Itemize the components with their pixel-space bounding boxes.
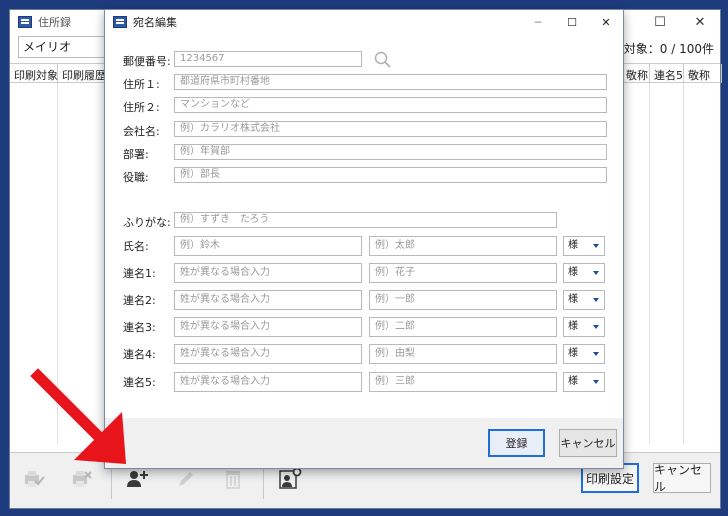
joint-3-last-name-input[interactable]: 姓が異なる場合入力 xyxy=(174,317,362,337)
last-name-input[interactable]: 例）鈴木 xyxy=(174,236,362,256)
company-input[interactable]: 例）カラリオ株式会社 xyxy=(174,121,607,137)
col-divider xyxy=(57,83,58,444)
joint-name-1-label: 連名1: xyxy=(123,267,156,280)
add-person-icon[interactable] xyxy=(124,465,152,493)
joint-name-2-row: 連名2: 姓が異なる場合入力 例）一郎 様 xyxy=(105,290,625,310)
postal-row: 郵便番号: 1234567 xyxy=(105,51,625,69)
company-label: 会社名: xyxy=(123,125,160,138)
dialog-cancel-button[interactable]: キャンセル xyxy=(559,429,617,457)
address1-input[interactable]: 都道府県市町村番地 xyxy=(174,74,607,90)
dialog-footer: 登録 キャンセル xyxy=(105,418,623,468)
search-icon[interactable] xyxy=(373,50,393,73)
register-button[interactable]: 登録 xyxy=(488,429,545,457)
maximize-icon[interactable]: ☐ xyxy=(555,10,589,34)
first-name-input[interactable]: 例）太郎 xyxy=(369,236,557,256)
trash-icon[interactable] xyxy=(219,465,247,493)
joint-4-last-name-input[interactable]: 姓が異なる場合入力 xyxy=(174,344,362,364)
dialog-titlebar: 宛名編集 ─ ☐ ✕ xyxy=(105,10,623,34)
col-divider xyxy=(683,83,684,444)
dialog-app-icon xyxy=(113,16,127,28)
joint-2-honorific-select[interactable]: 様 xyxy=(563,290,605,310)
department-input[interactable]: 例）年賀部 xyxy=(174,144,607,160)
furigana-row: ふりがな: 例）すずき たろう xyxy=(105,212,625,230)
joint-2-first-name-input[interactable]: 例）一郎 xyxy=(369,290,557,310)
address2-label: 住所２: xyxy=(123,101,160,114)
joint-4-first-name-input[interactable]: 例）由梨 xyxy=(369,344,557,364)
address1-label: 住所１: xyxy=(123,78,160,91)
bg-maximize-icon[interactable]: ☐ xyxy=(640,10,680,34)
joint-1-honorific-select[interactable]: 様 xyxy=(563,263,605,283)
print-count-value: 0 / 100件 xyxy=(659,42,714,56)
joint-name-3-row: 連名3: 姓が異なる場合入力 例）二郎 様 xyxy=(105,317,625,337)
chevron-down-icon xyxy=(593,298,599,302)
name-row: 氏名: 例）鈴木 例）太郎 様 xyxy=(105,236,625,256)
joint-1-last-name-input[interactable]: 姓が異なる場合入力 xyxy=(174,263,362,283)
joint-name-4-label: 連名4: xyxy=(123,348,156,361)
chevron-down-icon xyxy=(593,325,599,329)
joint-5-last-name-input[interactable]: 姓が異なる場合入力 xyxy=(174,372,362,392)
joint-name-4-row: 連名4: 姓が異なる場合入力 例）由梨 様 xyxy=(105,344,625,364)
joint-name-5-row: 連名5: 姓が異なる場合入力 例）三郎 様 xyxy=(105,372,625,392)
joint-name-3-label: 連名3: xyxy=(123,321,156,334)
app-icon xyxy=(18,16,32,28)
person-settings-icon[interactable] xyxy=(276,465,304,493)
postal-label: 郵便番号: xyxy=(123,55,171,68)
address1-row: 住所１: 都道府県市町村番地 xyxy=(105,74,625,92)
col-honorific-b[interactable]: 敬称 xyxy=(684,64,722,83)
joint-name-2-label: 連名2: xyxy=(123,294,156,307)
close-icon[interactable]: ✕ xyxy=(589,10,623,34)
col-honorific-a[interactable]: 敬称 xyxy=(622,64,650,83)
honorific-select[interactable]: 様 xyxy=(563,236,605,256)
chevron-down-icon xyxy=(593,352,599,356)
joint-name-5-label: 連名5: xyxy=(123,376,156,389)
joint-4-honorific-select[interactable]: 様 xyxy=(563,344,605,364)
honorific-value: 様 xyxy=(568,267,578,278)
chevron-down-icon xyxy=(593,380,599,384)
print-check-icon[interactable] xyxy=(20,465,48,493)
furigana-label: ふりがな: xyxy=(123,216,171,229)
col-print-history[interactable]: 印刷履歴 xyxy=(58,64,110,83)
name-label: 氏名: xyxy=(123,240,149,253)
pencil-icon[interactable] xyxy=(172,465,200,493)
honorific-value: 様 xyxy=(568,321,578,332)
honorific-value: 様 xyxy=(568,348,578,359)
honorific-value: 様 xyxy=(568,240,578,251)
col-print-target[interactable]: 印刷対象 xyxy=(10,64,58,83)
dialog-title: 宛名編集 xyxy=(133,16,177,29)
honorific-value: 様 xyxy=(568,294,578,305)
font-select[interactable]: メイリオ xyxy=(18,36,108,58)
joint-3-first-name-input[interactable]: 例）二郎 xyxy=(369,317,557,337)
bg-cancel-button[interactable]: キャンセル xyxy=(653,463,711,494)
col-joint-name-5[interactable]: 連名5 xyxy=(650,64,684,83)
joint-5-honorific-select[interactable]: 様 xyxy=(563,372,605,392)
joint-1-first-name-input[interactable]: 例）花子 xyxy=(369,263,557,283)
position-row: 役職: 例）部長 xyxy=(105,167,625,185)
company-row: 会社名: 例）カラリオ株式会社 xyxy=(105,121,625,139)
bg-window-title: 住所録 xyxy=(38,16,71,29)
joint-3-honorific-select[interactable]: 様 xyxy=(563,317,605,337)
position-input[interactable]: 例）部長 xyxy=(174,167,607,183)
joint-2-last-name-input[interactable]: 姓が異なる場合入力 xyxy=(174,290,362,310)
col-divider xyxy=(649,83,650,444)
address-edit-dialog: 宛名編集 ─ ☐ ✕ 郵便番号: 1234567 住所１: 都道府県市町村番地 … xyxy=(104,9,624,469)
address2-input[interactable]: マンションなど xyxy=(174,97,607,113)
postal-input[interactable]: 1234567 xyxy=(174,51,362,67)
joint-name-1-row: 連名1: 姓が異なる場合入力 例）花子 様 xyxy=(105,263,625,283)
chevron-down-icon xyxy=(593,244,599,248)
furigana-input[interactable]: 例）すずき たろう xyxy=(174,212,557,228)
department-row: 部署: 例）年賀部 xyxy=(105,144,625,162)
honorific-value: 様 xyxy=(568,376,578,387)
bg-close-icon[interactable]: ✕ xyxy=(680,10,720,34)
minimize-icon[interactable]: ─ xyxy=(521,10,555,34)
address2-row: 住所２: マンションなど xyxy=(105,97,625,115)
joint-5-first-name-input[interactable]: 例）三郎 xyxy=(369,372,557,392)
chevron-down-icon xyxy=(593,271,599,275)
position-label: 役職: xyxy=(123,171,149,184)
department-label: 部署: xyxy=(123,148,149,161)
print-cancel-icon[interactable] xyxy=(68,465,96,493)
